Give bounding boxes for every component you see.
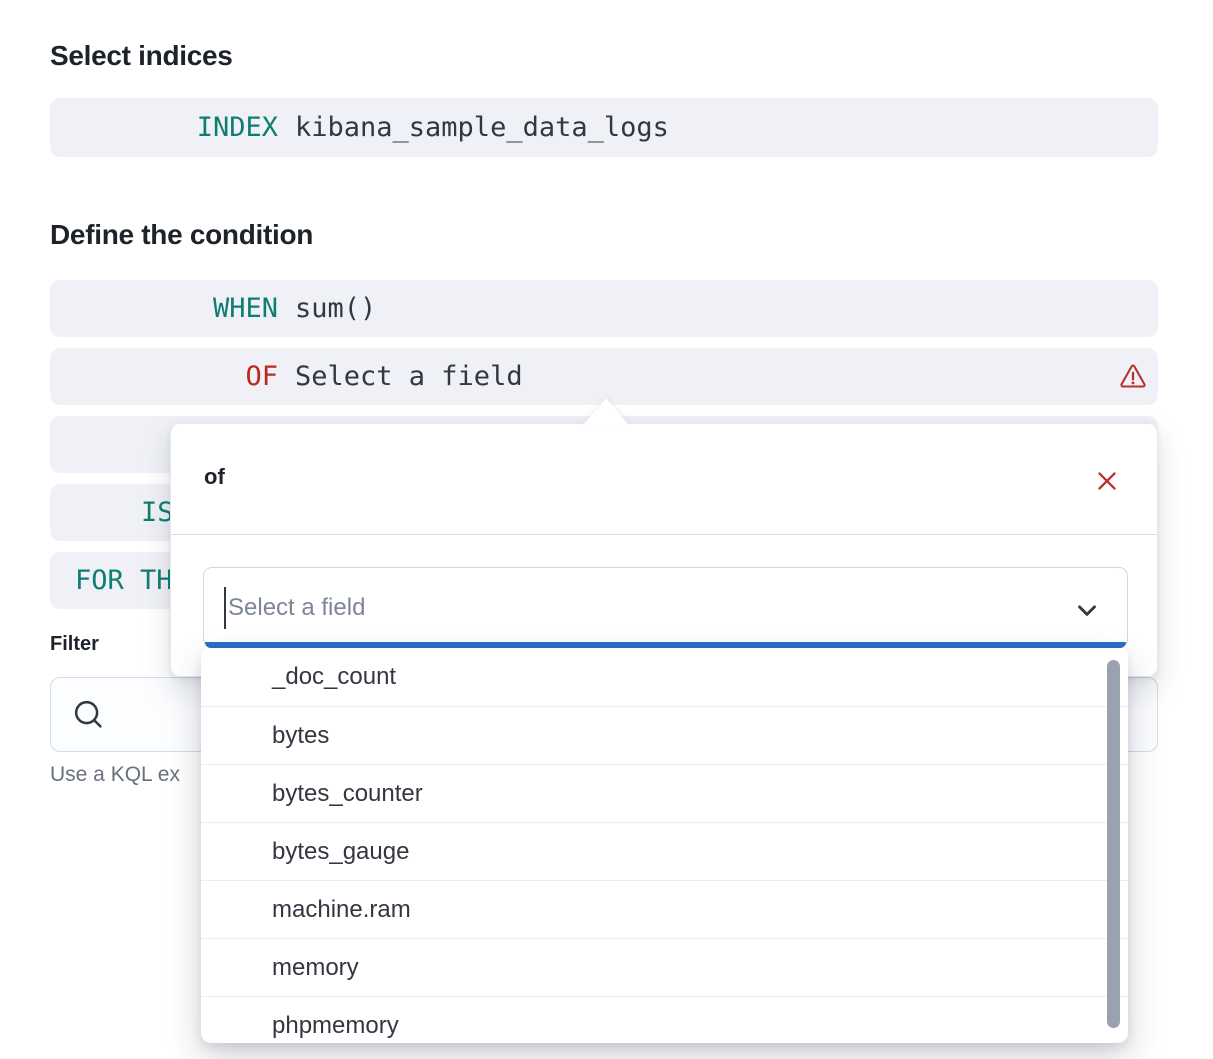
select-indices-heading: Select indices: [50, 40, 233, 72]
define-condition-heading: Define the condition: [50, 219, 313, 251]
search-icon: [70, 696, 108, 734]
combobox-placeholder: Select a field: [228, 594, 365, 622]
of-keyword: OF: [50, 361, 278, 392]
index-value: kibana_sample_data_logs: [295, 112, 669, 143]
filter-label: Filter: [50, 633, 99, 656]
option-bytes-gauge[interactable]: bytes_gauge: [201, 822, 1128, 880]
option-memory[interactable]: memory: [201, 938, 1128, 996]
option-bytes-counter[interactable]: bytes_counter: [201, 764, 1128, 822]
of-value: Select a field: [295, 361, 523, 392]
index-keyword: INDEX: [50, 112, 278, 143]
is-keyword: IS: [50, 497, 174, 528]
popover-divider: [171, 534, 1157, 535]
when-keyword: WHEN: [50, 293, 278, 324]
rule-condition-screen: Select indices INDEX kibana_sample_data_…: [0, 0, 1213, 1059]
kql-hint-text: Use a KQL ex: [50, 763, 180, 787]
of-expression[interactable]: OF Select a field: [50, 348, 1158, 405]
warning-icon: [1118, 362, 1148, 391]
chevron-down-icon[interactable]: [1072, 595, 1102, 625]
popover-arrow: [583, 398, 629, 425]
close-icon[interactable]: [1094, 468, 1120, 494]
option-doc-count[interactable]: _doc_count: [201, 648, 1128, 706]
for-keyword: FOR TH: [50, 565, 173, 596]
field-combobox[interactable]: Select a field: [203, 567, 1128, 648]
when-expression[interactable]: WHEN sum(): [50, 280, 1158, 337]
option-machine-ram[interactable]: machine.ram: [201, 880, 1128, 938]
option-bytes[interactable]: bytes: [201, 706, 1128, 764]
scrollbar-thumb[interactable]: [1107, 660, 1120, 1028]
when-value: sum(): [295, 293, 376, 324]
field-options-list: _doc_count bytes bytes_counter bytes_gau…: [201, 648, 1128, 1043]
text-caret: [224, 587, 226, 629]
popover-title: of: [204, 464, 225, 490]
of-popover: of Select a field: [170, 423, 1158, 677]
option-phpmemory[interactable]: phpmemory: [201, 996, 1128, 1043]
index-expression[interactable]: INDEX kibana_sample_data_logs: [50, 98, 1158, 157]
